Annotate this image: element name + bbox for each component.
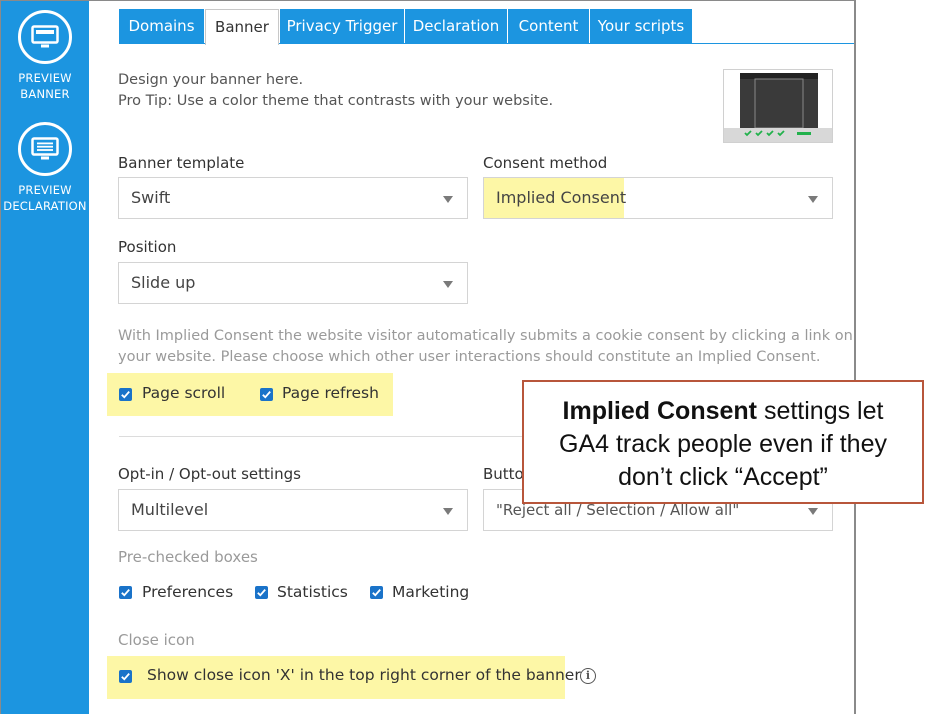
callout-line2: GA4 track people even if they bbox=[559, 430, 887, 458]
page-refresh-checkbox[interactable] bbox=[260, 388, 273, 401]
banner-template-value: Swift bbox=[131, 188, 171, 207]
optin-select[interactable]: Multilevel bbox=[118, 489, 468, 531]
buttons-label: Butto bbox=[483, 465, 524, 483]
implied-help-line1: With Implied Consent the website visitor… bbox=[118, 328, 853, 344]
chevron-down-icon bbox=[808, 508, 818, 515]
show-close-icon-label: Show close icon 'X' in the top right cor… bbox=[147, 666, 581, 684]
banner-preview-thumbnail[interactable] bbox=[723, 69, 833, 143]
consent-method-value: Implied Consent bbox=[496, 188, 627, 207]
tab-your-scripts[interactable]: Your scripts bbox=[590, 9, 692, 44]
tab-privacy-trigger[interactable]: Privacy Trigger bbox=[280, 9, 404, 44]
info-icon[interactable]: i bbox=[580, 668, 596, 684]
implied-help-line2: your website. Please choose which other … bbox=[118, 349, 821, 365]
optin-label: Opt-in / Opt-out settings bbox=[118, 465, 301, 483]
preview-declaration-button[interactable]: PREVIEW DECLARATION bbox=[1, 122, 89, 214]
optin-value: Multilevel bbox=[131, 500, 209, 519]
show-close-icon-checkbox[interactable] bbox=[119, 670, 132, 683]
intro-text: Design your banner here. bbox=[118, 72, 304, 88]
page-scroll-checkbox[interactable] bbox=[119, 388, 132, 401]
callout-bold: Implied Consent bbox=[562, 397, 757, 425]
callout-rest1: settings let bbox=[757, 397, 884, 425]
sidebar: PREVIEW BANNER PREVIEW DECLARATION bbox=[1, 1, 89, 714]
preview-banner-button[interactable]: PREVIEW BANNER bbox=[1, 10, 89, 102]
tab-banner[interactable]: Banner bbox=[205, 9, 279, 45]
callout-line3: don’t click “Accept” bbox=[618, 463, 828, 491]
tab-declaration[interactable]: Declaration bbox=[405, 9, 507, 44]
chevron-down-icon bbox=[808, 196, 818, 203]
close-icon-label: Close icon bbox=[118, 631, 195, 649]
position-value: Slide up bbox=[131, 273, 196, 292]
statistics-label: Statistics bbox=[277, 583, 348, 601]
consent-method-label: Consent method bbox=[483, 154, 608, 172]
consent-method-select[interactable]: Implied Consent bbox=[483, 177, 833, 219]
statistics-checkbox[interactable] bbox=[255, 586, 268, 599]
chevron-down-icon bbox=[443, 196, 453, 203]
prechecked-label: Pre-checked boxes bbox=[118, 548, 258, 566]
app-frame: PREVIEW BANNER PREVIEW DECLARATION Domai… bbox=[0, 0, 856, 714]
chevron-down-icon bbox=[443, 508, 453, 515]
preferences-checkbox[interactable] bbox=[119, 586, 132, 599]
marketing-label: Marketing bbox=[392, 583, 470, 601]
position-label: Position bbox=[118, 238, 177, 256]
chevron-down-icon bbox=[443, 281, 453, 288]
tab-content[interactable]: Content bbox=[508, 9, 589, 44]
callout-line1: Implied Consent settings let bbox=[524, 395, 922, 428]
tab-domains[interactable]: Domains bbox=[119, 9, 204, 44]
monitor-icon bbox=[18, 10, 72, 64]
annotation-callout: Implied Consent settings let GA4 track p… bbox=[522, 380, 924, 504]
banner-template-label: Banner template bbox=[118, 154, 245, 172]
page-refresh-label: Page refresh bbox=[282, 384, 379, 402]
monitor-list-icon bbox=[18, 122, 72, 176]
pro-tip-text: Pro Tip: Use a color theme that contrast… bbox=[118, 93, 554, 109]
preferences-label: Preferences bbox=[142, 583, 234, 601]
preview-banner-label: PREVIEW BANNER bbox=[18, 71, 72, 101]
banner-template-select[interactable]: Swift bbox=[118, 177, 468, 219]
page-scroll-label: Page scroll bbox=[142, 384, 226, 402]
position-select[interactable]: Slide up bbox=[118, 262, 468, 304]
preview-declaration-label: PREVIEW DECLARATION bbox=[3, 183, 87, 213]
marketing-checkbox[interactable] bbox=[370, 586, 383, 599]
